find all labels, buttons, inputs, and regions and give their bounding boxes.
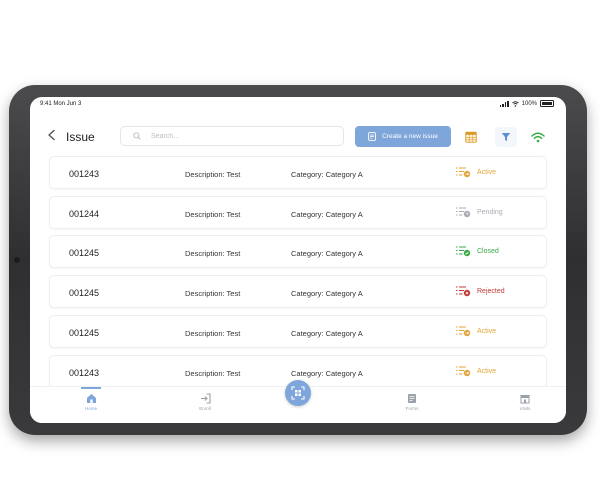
issue-category: Category: Category A <box>291 210 363 219</box>
issue-id: 001245 <box>69 248 100 258</box>
issue-description: Description: Test <box>185 210 241 219</box>
issue-row[interactable]: 001245 Description: Test Category: Categ… <box>49 235 547 268</box>
status-badge: Pending <box>455 206 503 218</box>
issue-id: 001245 <box>69 328 100 338</box>
calendar-button[interactable] <box>460 127 482 147</box>
status-label: Closed <box>477 247 499 255</box>
issue-row[interactable]: 001244 Description: Test Category: Categ… <box>49 196 547 229</box>
page-title: Issue <box>66 130 95 144</box>
status-bar: 9:41 Mon Jun 3 100% <box>30 97 566 111</box>
status-pending-icon <box>456 207 471 218</box>
status-indicators: 100% <box>499 100 554 107</box>
status-wifi-icon <box>511 100 519 107</box>
issue-category: Category: Category A <box>291 249 363 258</box>
search-icon <box>133 132 141 140</box>
status-time: 9:41 Mon Jun 3 <box>40 101 82 107</box>
status-label: Rejected <box>477 287 505 295</box>
home-icon <box>86 394 96 403</box>
nav-forms-label: Forms <box>405 406 419 411</box>
nav-enroll-label: Enroll <box>199 406 211 411</box>
issue-id: 001243 <box>69 368 100 378</box>
issue-row[interactable]: 001243 Description: Test Category: Categ… <box>49 156 547 189</box>
status-label: Active <box>477 168 497 176</box>
create-issue-button[interactable]: Create a new issue <box>355 126 451 147</box>
create-issue-label: Create a new issue <box>382 133 438 140</box>
status-closed-icon <box>456 246 471 257</box>
issue-category: Category: Category A <box>291 329 363 338</box>
nav-home-label: Home <box>84 406 97 411</box>
tablet-frame: 9:41 Mon Jun 3 100% Issue Search... Crea… <box>9 85 587 435</box>
forms-icon <box>408 394 416 403</box>
status-badge: Active <box>455 166 496 178</box>
cellular-signal-icon <box>499 100 509 107</box>
status-label: Active <box>477 327 497 335</box>
filter-icon <box>501 133 511 141</box>
issue-category: Category: Category A <box>291 170 363 179</box>
status-badge: Active <box>455 365 496 377</box>
visits-icon <box>520 395 530 404</box>
nav-visits-label: Visits <box>519 406 531 411</box>
issue-description: Description: Test <box>185 249 241 258</box>
battery-percent: 100% <box>521 100 537 107</box>
enroll-icon <box>200 393 211 404</box>
status-rejected-icon <box>456 286 471 297</box>
status-active-icon <box>456 366 471 377</box>
status-label: Active <box>477 367 497 375</box>
status-active-icon <box>456 326 471 337</box>
status-active-icon <box>456 167 471 178</box>
connection-button[interactable] <box>527 127 549 147</box>
issue-row[interactable]: 001245 Description: Test Category: Categ… <box>49 315 547 348</box>
battery-icon <box>540 100 554 107</box>
search-input[interactable] <box>149 131 333 141</box>
status-label: Pending <box>477 208 503 216</box>
app-screen: 9:41 Mon Jun 3 100% Issue Search... Crea… <box>30 97 566 423</box>
wifi-icon <box>531 132 545 142</box>
issue-description: Description: Test <box>185 170 241 179</box>
calendar-icon <box>465 131 477 143</box>
nav-visits[interactable]: Visits <box>505 393 545 411</box>
back-icon[interactable] <box>46 129 58 141</box>
issue-description: Description: Test <box>185 329 241 338</box>
nav-forms[interactable]: Forms <box>392 393 432 411</box>
nav-home[interactable]: Home <box>71 387 111 411</box>
status-badge: Rejected <box>455 285 505 297</box>
qr-scan-icon <box>291 386 305 400</box>
issue-description: Description: Test <box>185 369 241 378</box>
issue-id: 001245 <box>69 288 100 298</box>
front-camera <box>14 257 20 263</box>
new-document-icon <box>368 132 377 141</box>
issue-category: Category: Category A <box>291 369 363 378</box>
issue-category: Category: Category A <box>291 289 363 298</box>
issue-description: Description: Test <box>185 289 241 298</box>
status-badge: Active <box>455 325 496 337</box>
scan-button[interactable] <box>285 380 311 406</box>
issue-id: 001244 <box>69 209 100 219</box>
filter-button[interactable] <box>495 127 517 147</box>
bottom-navigation: Home Enroll Forms Visits <box>30 380 566 423</box>
issue-id: 001243 <box>69 169 100 179</box>
status-badge: Closed <box>455 245 499 257</box>
issue-row[interactable]: 001245 Description: Test Category: Categ… <box>49 275 547 308</box>
nav-enroll[interactable]: Enroll <box>185 393 225 411</box>
search-box[interactable] <box>120 126 344 146</box>
